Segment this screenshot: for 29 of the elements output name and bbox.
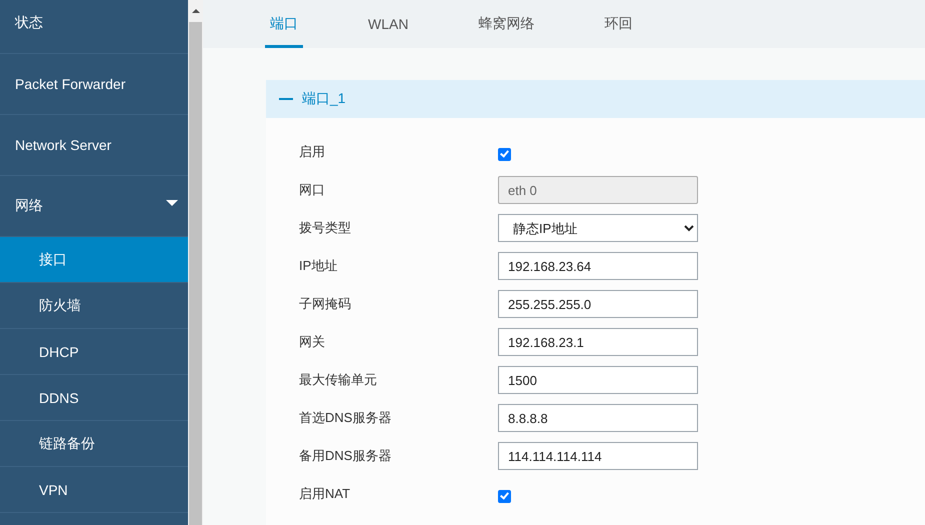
field-label: 网关 [298,333,326,351]
caret-icon [166,200,178,206]
nav-subitem[interactable]: 接口 [0,237,188,283]
tab[interactable]: 蜂窝网络 [473,0,540,48]
field-label: 子网掩码 [298,295,352,313]
select-field[interactable]: 静态IP地址 [498,214,698,242]
field-label: 拨号类型 [298,219,352,237]
input-field[interactable]: 192.168.23.64 [498,252,698,280]
tab[interactable]: WLAN [363,0,414,48]
checkbox[interactable] [498,490,511,502]
section-header[interactable]: 端口_1 [266,80,925,118]
tab[interactable]: 环回 [599,0,638,48]
field-label: IP地址 [298,257,338,275]
input-field[interactable]: 8.8.8.8 [498,404,698,432]
field-label: 启用NAT [298,485,352,503]
tab[interactable]: 端口 [265,0,303,48]
input-field[interactable]: 192.168.23.1 [498,328,698,356]
input-field[interactable]: eth 0 [498,176,698,204]
field-label: 首选DNS服务器 [298,409,392,427]
input-field[interactable]: 1500 [498,366,698,394]
field-label: 网口 [298,181,326,199]
field-label: 备用DNS服务器 [298,447,392,465]
field-label: 启用 [298,143,326,161]
scrollbar[interactable] [188,0,203,525]
minus-icon [279,98,293,100]
checkbox[interactable] [498,148,511,160]
field-label: 最大传输单元 [298,371,378,389]
input-field[interactable]: 255.255.255.0 [498,290,698,318]
input-field[interactable]: 114.114.114.114 [498,442,698,470]
